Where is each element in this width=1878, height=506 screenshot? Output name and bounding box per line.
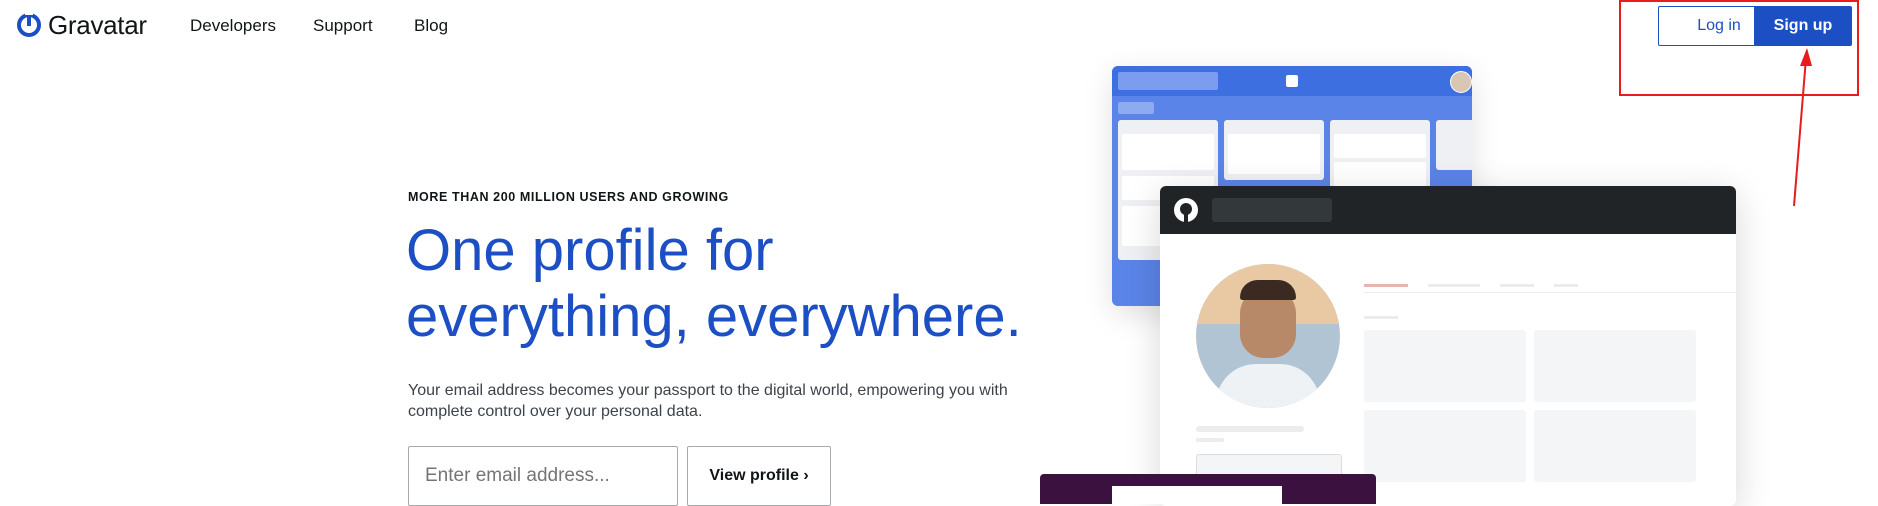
trello-list (1330, 120, 1430, 190)
gravatar-logo[interactable]: Gravatar (16, 10, 147, 40)
github-divider (1364, 292, 1736, 293)
hero-description: Your email address becomes your passport… (408, 382, 1008, 420)
nav-developers[interactable]: Developers (190, 16, 276, 36)
repo-card (1534, 410, 1696, 482)
repo-card (1534, 330, 1696, 402)
github-tab (1554, 284, 1578, 287)
annotation-highlight-box (1619, 0, 1859, 96)
nav-support[interactable]: Support (313, 16, 373, 36)
email-input[interactable] (408, 446, 678, 506)
slack-panel (1112, 486, 1282, 504)
trello-card (1228, 134, 1320, 174)
brand-name: Gravatar (48, 9, 147, 40)
gravatar-logo-icon (17, 12, 41, 37)
profile-handle-placeholder (1196, 438, 1224, 442)
trello-board-label (1118, 102, 1154, 114)
trello-list (1436, 120, 1472, 170)
view-profile-button[interactable]: View profile › (687, 446, 831, 506)
annotation-arrow (1793, 48, 1812, 207)
trello-card (1334, 134, 1426, 158)
github-tab (1500, 284, 1534, 287)
trello-search-bar (1118, 72, 1218, 90)
headline-line-1: One profile for (406, 218, 774, 283)
github-tab (1428, 284, 1480, 287)
slack-mock-card (1040, 474, 1376, 504)
trello-card (1334, 162, 1426, 186)
trello-card (1122, 134, 1214, 170)
repo-card (1364, 330, 1526, 402)
github-section-label (1364, 316, 1398, 319)
headline-line-2: everything, everywhere. (406, 284, 1022, 349)
github-icon (1174, 198, 1198, 222)
nav-blog[interactable]: Blog (414, 16, 448, 36)
github-mock-card (1160, 186, 1736, 506)
github-tab-active (1364, 284, 1408, 287)
profile-name-placeholder (1196, 426, 1304, 432)
profile-photo (1196, 264, 1340, 408)
hero-eyebrow: MORE THAN 200 MILLION USERS AND GROWING (408, 190, 729, 204)
trello-avatar (1450, 71, 1472, 93)
github-search-bar (1212, 198, 1332, 222)
hero-headline: One profile for everything, everywhere. (406, 218, 1046, 350)
trello-icon (1286, 75, 1298, 87)
trello-list (1224, 120, 1324, 180)
repo-card (1364, 410, 1526, 482)
